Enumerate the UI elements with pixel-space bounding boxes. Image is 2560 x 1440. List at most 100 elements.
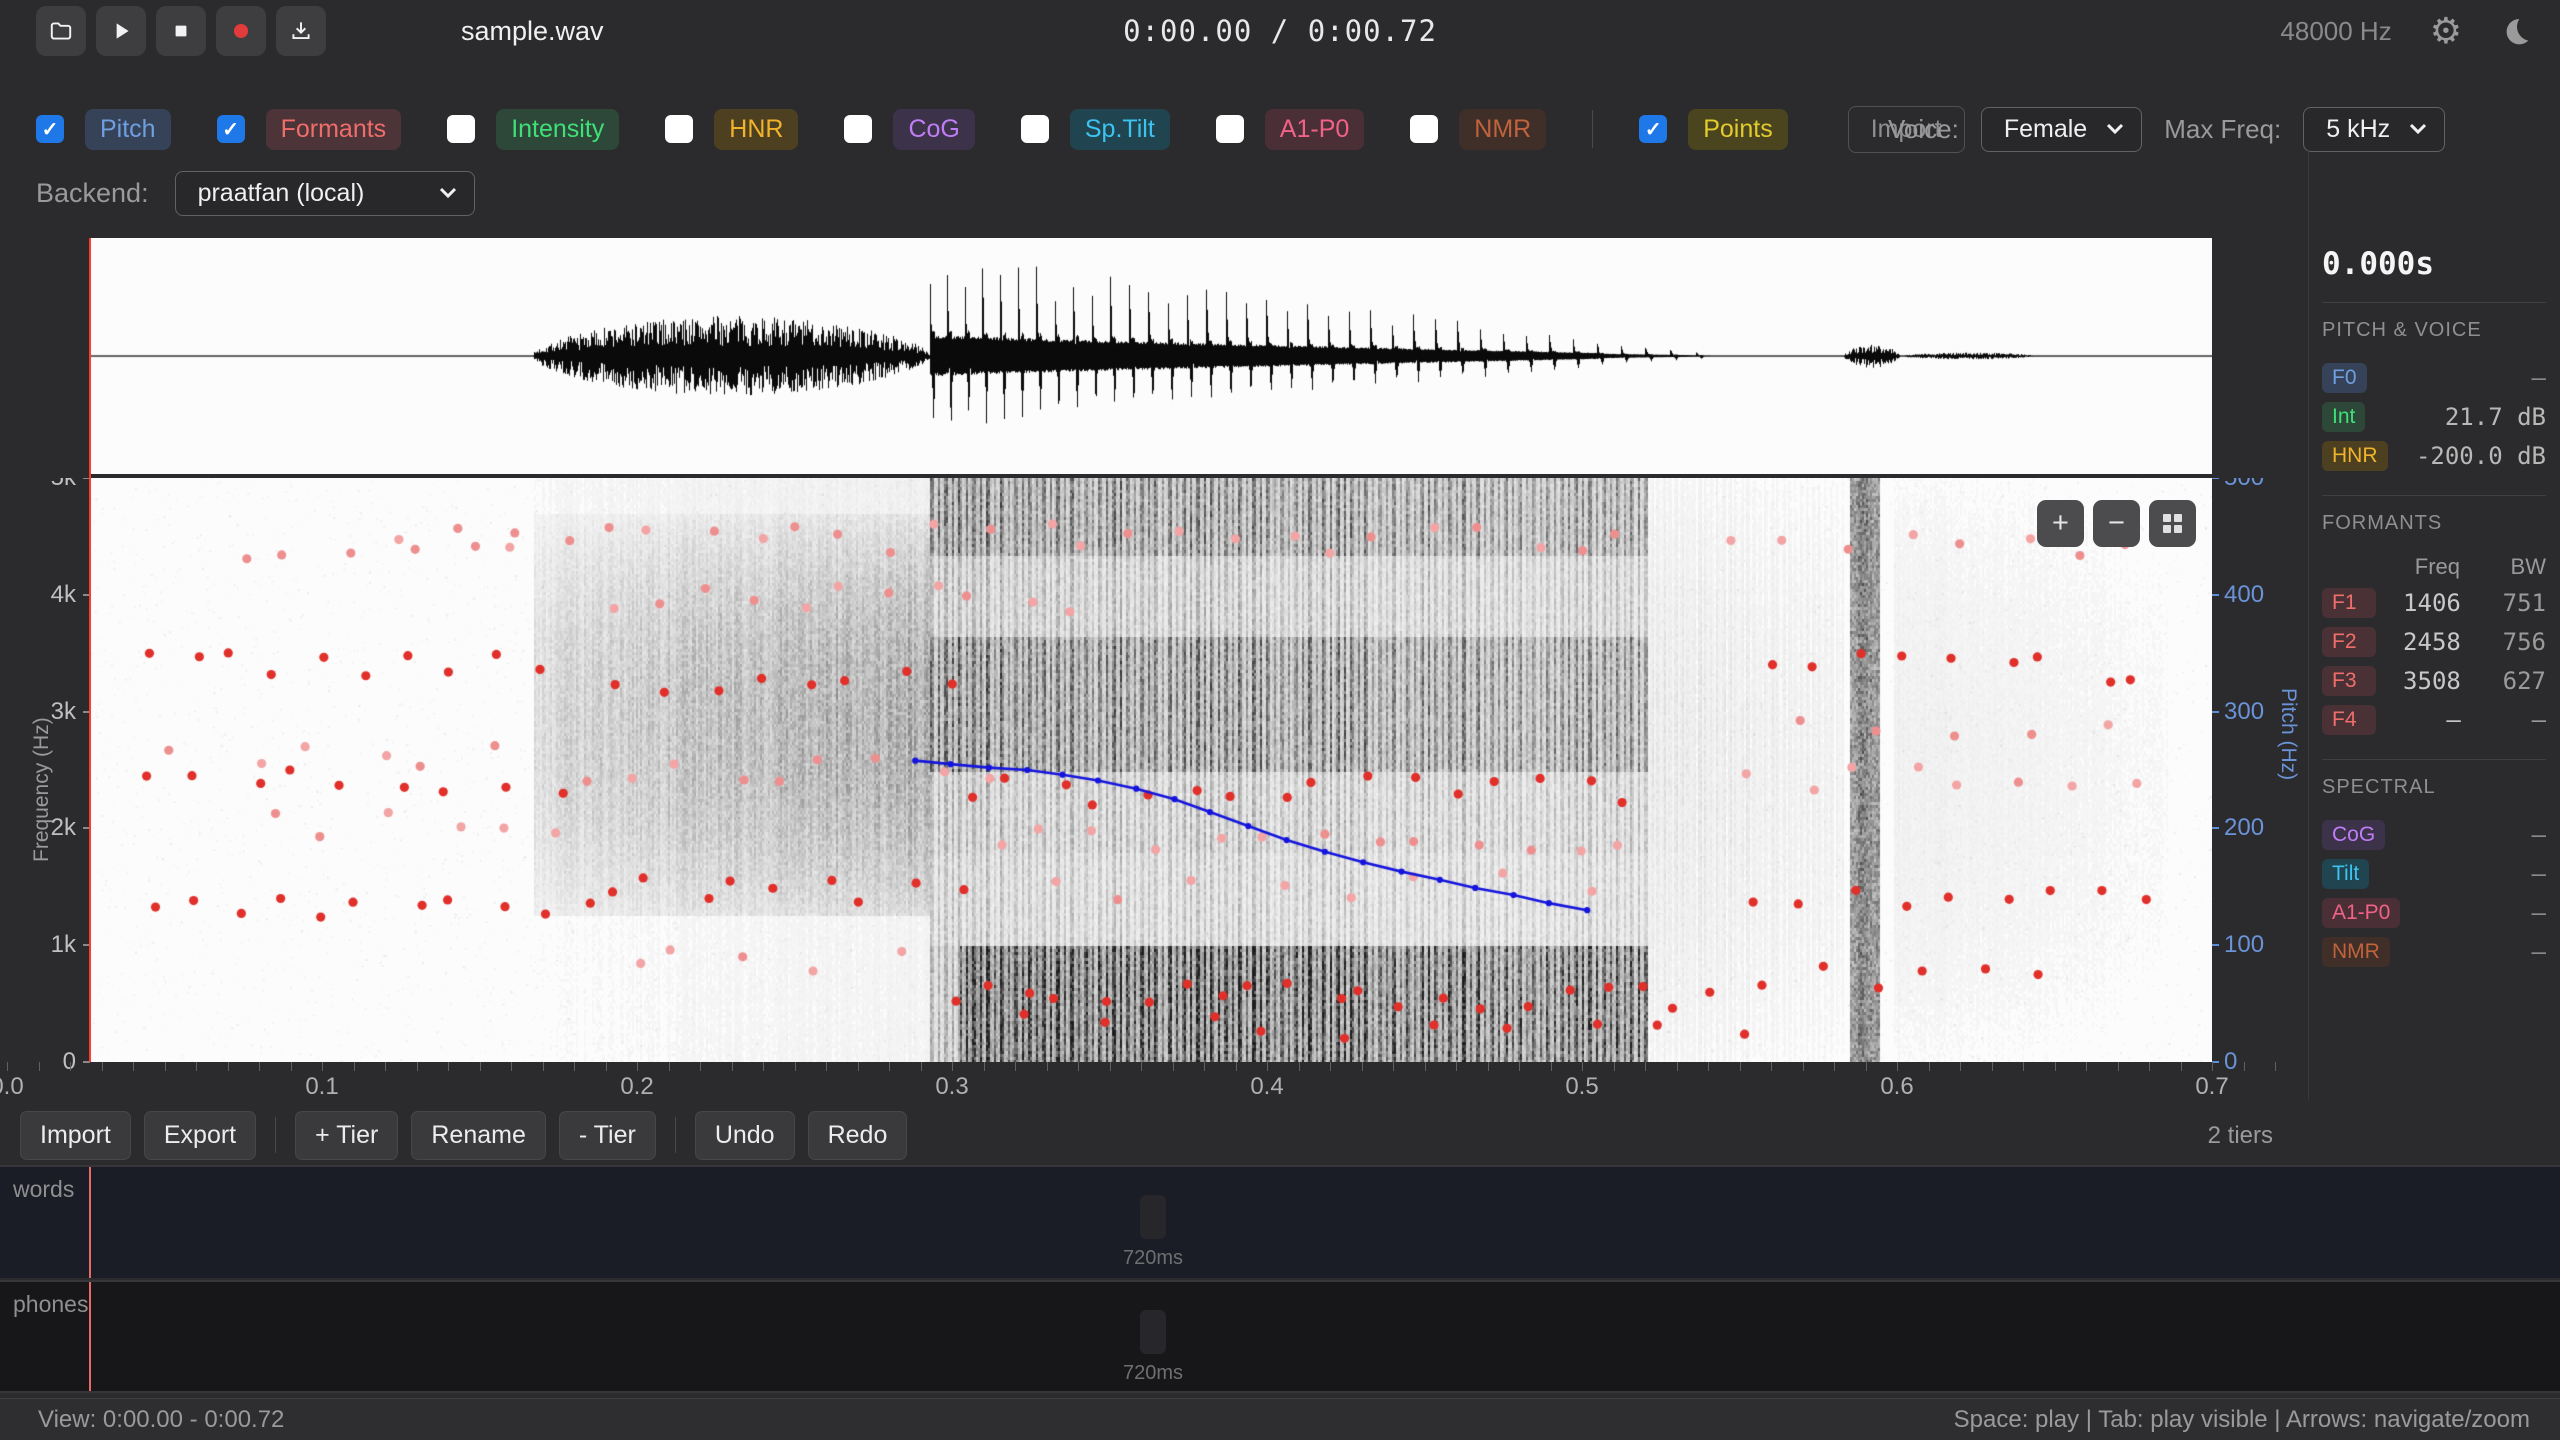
waveform-canvas[interactable] [90,238,2212,474]
a1p0-chip: A1-P0 [2322,898,2400,928]
measure-value: — [2532,899,2546,927]
hnr-checkbox[interactable] [665,115,693,143]
time-tick [196,1062,197,1071]
maxfreq-select-value: 5 kHz [2326,115,2390,144]
dark-mode-moon-icon[interactable] [2500,15,2532,47]
toolbar-divider [675,1117,676,1153]
time-tick [165,1062,166,1071]
nmr-checkbox[interactable] [1410,115,1438,143]
formant-freq-value: — [2376,706,2461,734]
time-tick [543,1062,544,1071]
formants-chip[interactable]: Formants [266,109,402,150]
formant-row: F11406751 [2322,583,2546,622]
a1p0-checkbox[interactable] [1216,115,1244,143]
intensity-chip[interactable]: Intensity [496,109,619,150]
intensity-checkbox[interactable] [447,115,475,143]
stop-icon [168,18,194,44]
sptilt-chip[interactable]: Sp.Tilt [1070,109,1170,150]
time-tick [1614,1062,1615,1071]
stop-button[interactable] [156,6,206,56]
play-button[interactable] [96,6,146,56]
spectrogram-canvas[interactable] [90,478,2212,1062]
a1p0-chip[interactable]: A1-P0 [1265,109,1364,150]
tier-boundary-handle[interactable] [1140,1195,1166,1239]
pitch-checkbox[interactable]: ✓ [36,115,64,143]
backend-select[interactable]: praatfan (local) [175,171,475,216]
time-tick-label: 0.1 [305,1073,338,1101]
time-tick [2275,1062,2276,1071]
nmr-chip[interactable]: NMR [1459,109,1546,150]
tier-tier-button[interactable]: - Tier [559,1111,656,1160]
points-checkbox[interactable]: ✓ [1639,115,1667,143]
import-tier-button[interactable]: Import [20,1111,131,1160]
zoom-in-button[interactable]: + [2037,500,2084,547]
maxfreq-select[interactable]: 5 kHz [2303,107,2445,152]
cog-chip[interactable]: CoG [893,109,974,150]
download-button[interactable] [276,6,326,56]
zoom-reset-button[interactable] [2149,500,2196,547]
toggle-formants: ✓ Formants [217,109,402,150]
time-tick [2181,1062,2182,1071]
cog-checkbox[interactable] [844,115,872,143]
toggle-intensity: Intensity [447,109,619,150]
settings-gear-icon[interactable]: ⚙ [2430,13,2462,49]
sidebar-sections: PITCH & VOICEF0—Int21.7 dBHNR-200.0 dBFO… [2322,302,2546,971]
time-tick [1834,1062,1835,1071]
time-tick [354,1062,355,1071]
sidebar-divider [2308,150,2309,1100]
open-file-button[interactable] [36,6,86,56]
playhead-cursor [89,238,91,1062]
formant-bw-value: 751 [2461,589,2546,617]
time-tick [2023,1062,2024,1071]
voice-select[interactable]: Female [1981,107,2142,152]
time-tick [1362,1062,1363,1071]
export-tier-button[interactable]: Export [144,1111,256,1160]
time-tick [291,1062,292,1071]
bw-column-header: BW [2460,554,2546,580]
time-tick [574,1062,575,1071]
time-tick [39,1062,40,1071]
time-tick [511,1062,512,1071]
freq-tick-label: 5k [51,478,76,492]
redo-tier-button[interactable]: Redo [808,1111,908,1160]
toggle-nmr: NMR [1410,109,1546,150]
folder-icon [48,18,74,44]
record-button[interactable] [216,6,266,56]
pitch-tick-label: 100 [2224,931,2264,959]
pitch-tick-label: 400 [2224,581,2264,609]
time-tick-label: 0.3 [935,1073,968,1101]
sptilt-checkbox[interactable] [1021,115,1049,143]
time-tick [1141,1062,1142,1071]
points-chip[interactable]: Points [1688,109,1787,150]
f3-chip: F3 [2322,666,2376,696]
time-tick [2212,1062,2213,1071]
pitch-tick [2212,478,2219,479]
tier-boundary-handle[interactable] [1140,1310,1166,1354]
formants-checkbox[interactable]: ✓ [217,115,245,143]
tier-row-words[interactable]: words 720ms [0,1165,2560,1278]
tier-tier-button[interactable]: + Tier [295,1111,398,1160]
tier-row-phones[interactable]: phones 720ms [0,1280,2560,1393]
time-tick [606,1062,607,1071]
hnr-chip[interactable]: HNR [714,109,798,150]
pitch-chip[interactable]: Pitch [85,109,171,150]
measure-value: — [2532,364,2546,392]
formant-row: F22458756 [2322,622,2546,661]
time-tick [1803,1062,1804,1071]
undo-tier-button[interactable]: Undo [695,1111,795,1160]
f4-chip: F4 [2322,705,2376,735]
formant-bw-value: — [2461,706,2546,734]
toggle-group-divider [1592,110,1593,148]
time-tick-label: 0.2 [620,1073,653,1101]
time-tick [1425,1062,1426,1071]
time-tick [1488,1062,1489,1071]
pitch-axis-title: Pitch (Hz) [2276,688,2300,780]
formant-row: F33508627 [2322,661,2546,700]
rename-tier-button[interactable]: Rename [411,1111,546,1160]
measure-row: F0— [2322,358,2546,397]
toggle-row: ✓ Pitch ✓ Formants Intensity HNR CoG Sp.Tilt A1-… [36,106,1965,152]
zoom-out-button[interactable]: − [2093,500,2140,547]
time-tick [1645,1062,1646,1071]
voice-select-value: Female [2004,115,2087,144]
time-tick [385,1062,386,1071]
